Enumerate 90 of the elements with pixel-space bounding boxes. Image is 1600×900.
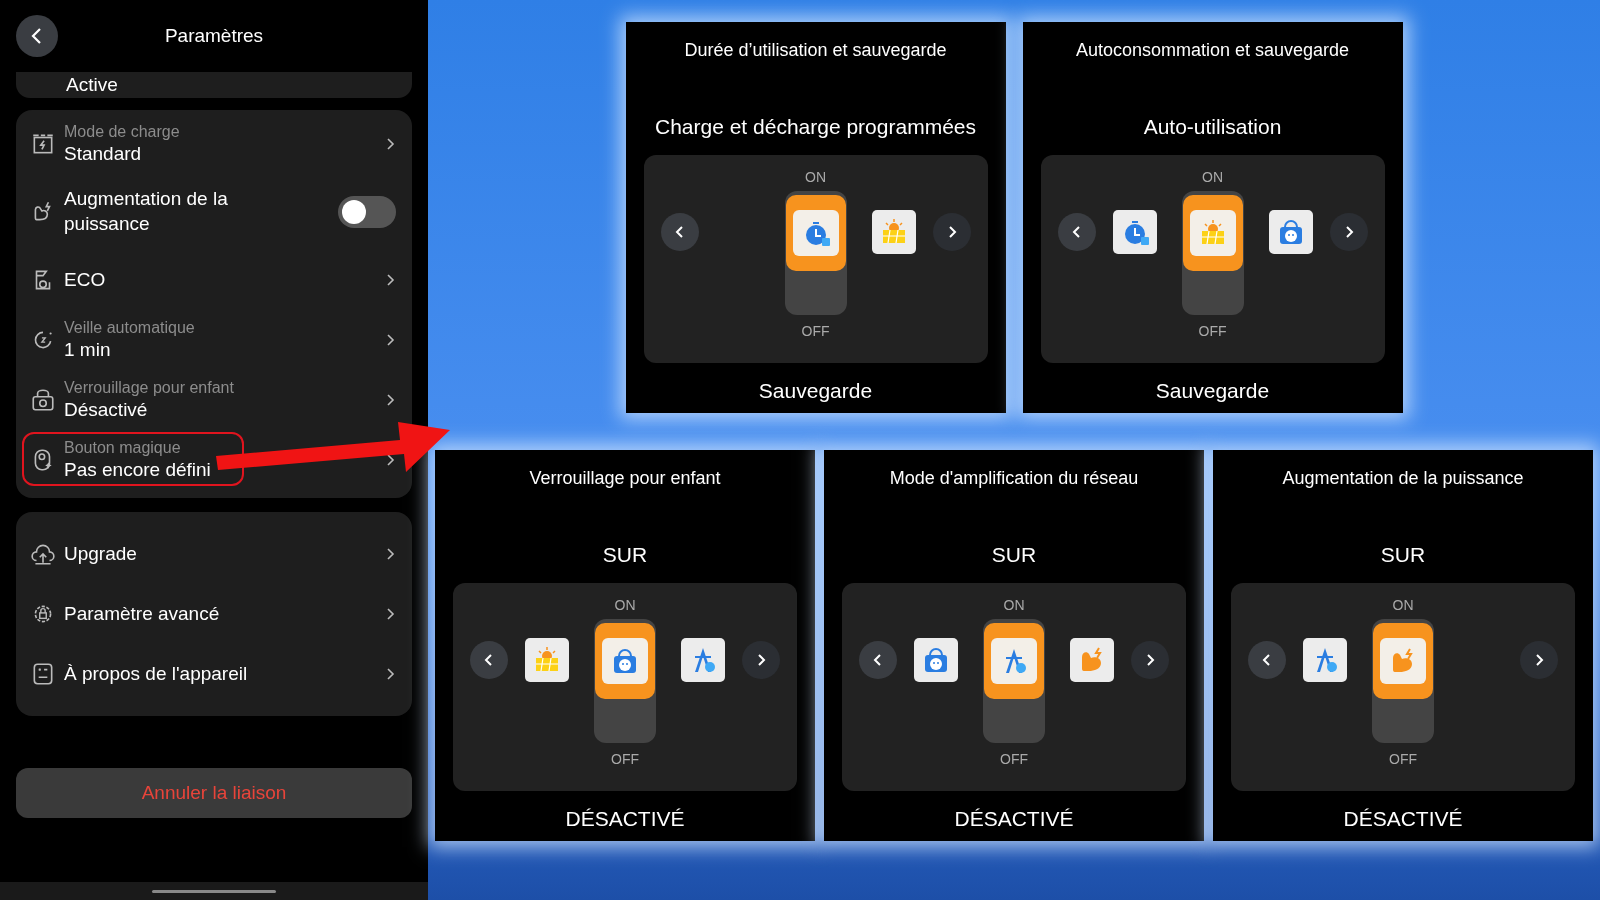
switch-track[interactable] <box>784 191 847 315</box>
card-title: Verrouillage pour enfant <box>529 468 721 489</box>
on-label: ON <box>805 169 826 185</box>
on-label: ON <box>1003 597 1025 613</box>
setting-label: Augmentation de la puissance <box>64 187 229 236</box>
selected-mode-tile[interactable] <box>785 195 846 271</box>
mode-tile[interactable] <box>914 638 958 682</box>
screen-title: Paramètres <box>164 25 264 46</box>
switch-track[interactable] <box>983 619 1045 743</box>
previous-button[interactable] <box>1057 213 1096 251</box>
chevron-icon <box>386 547 396 561</box>
card-title: Mode d'amplification du réseau <box>889 468 1139 489</box>
chevron-left-icon <box>673 224 686 240</box>
mode-tile[interactable] <box>871 210 916 254</box>
previous-button[interactable] <box>1248 641 1286 679</box>
selected-mode-tile[interactable] <box>1373 623 1433 699</box>
switch-track[interactable] <box>1372 619 1434 743</box>
chevron-right-icon <box>1144 652 1156 668</box>
mode-name: SUR <box>1380 543 1426 568</box>
home-indicator[interactable] <box>152 889 276 893</box>
next-button[interactable] <box>1329 213 1368 251</box>
chevron-left-icon <box>1070 224 1083 240</box>
setting-value: Pas encore défini <box>64 459 212 481</box>
mode-tile[interactable] <box>525 638 569 682</box>
selected-mode-tile[interactable] <box>1182 195 1243 271</box>
mode-tile[interactable] <box>1070 638 1114 682</box>
chevron-icon <box>386 273 396 287</box>
setting-label: Bouton magique <box>64 439 182 457</box>
setting-label: Verrouillage pour enfant <box>64 379 235 397</box>
setting-label: Mode de charge <box>64 123 181 141</box>
mode-tile[interactable] <box>1303 638 1347 682</box>
mode-tile[interactable] <box>1112 210 1157 254</box>
chevron-icon <box>386 333 396 347</box>
chevron-icon <box>386 667 396 681</box>
setting-label: Paramètre avancé <box>64 603 221 625</box>
mode-status: DÉSACTIVÉ <box>954 807 1074 831</box>
chevron-left-icon <box>1261 652 1273 668</box>
on-label: ON <box>614 597 636 613</box>
mode-tile[interactable] <box>681 638 725 682</box>
next-button[interactable] <box>1131 641 1169 679</box>
toggle-switch[interactable] <box>338 196 396 228</box>
mode-name: Auto-utilisation <box>1143 115 1282 140</box>
unlink-button[interactable]: Annuler la liaison <box>16 768 412 818</box>
mode-name: SUR <box>602 543 648 568</box>
off-label: OFF <box>1389 751 1417 767</box>
chevron-icon <box>386 137 396 151</box>
off-label: OFF <box>611 751 639 767</box>
back-button[interactable] <box>16 15 58 57</box>
off-label: OFF <box>1198 323 1227 339</box>
back-icon <box>30 26 44 46</box>
card-title: Durée d’utilisation et sauvegarde <box>684 40 947 61</box>
mode-status: Sauvegarde <box>1155 379 1270 403</box>
setting-value: Active <box>66 74 118 96</box>
mode-name: Charge et décharge programmées <box>655 115 976 140</box>
on-label: ON <box>1202 169 1223 185</box>
setting-value: Désactivé <box>64 399 149 421</box>
mode-status: Sauvegarde <box>758 379 873 403</box>
mode-status: DÉSACTIVÉ <box>1343 807 1463 831</box>
next-button[interactable] <box>742 641 780 679</box>
setting-value: Standard <box>64 143 143 165</box>
selected-mode-tile[interactable] <box>595 623 655 699</box>
setting-label: ECO <box>64 269 107 291</box>
chevron-icon <box>386 393 396 407</box>
setting-label: À propos de l'appareil <box>64 663 249 685</box>
mode-tile[interactable] <box>1268 210 1313 254</box>
mode-status: DÉSACTIVÉ <box>565 807 685 831</box>
chevron-left-icon <box>483 652 495 668</box>
card-title: Autoconsommation et sauvegarde <box>1075 40 1350 61</box>
previous-button[interactable] <box>470 641 508 679</box>
setting-value: 1 min <box>64 339 112 361</box>
setting-label: Upgrade <box>64 543 138 565</box>
switch-track[interactable] <box>594 619 656 743</box>
setting-label: Veille automatique <box>64 319 196 337</box>
previous-button[interactable] <box>859 641 897 679</box>
chevron-left-icon <box>872 652 884 668</box>
selected-mode-tile[interactable] <box>984 623 1044 699</box>
card-title: Augmentation de la puissance <box>1282 468 1524 489</box>
chevron-right-icon <box>1533 652 1545 668</box>
previous-button[interactable] <box>660 213 699 251</box>
next-button[interactable] <box>932 213 971 251</box>
chevron-icon <box>386 607 396 621</box>
chevron-right-icon <box>755 652 767 668</box>
mode-name: SUR <box>991 543 1037 568</box>
lock-icon <box>30 387 56 413</box>
off-label: OFF <box>1000 751 1028 767</box>
next-button[interactable] <box>1520 641 1558 679</box>
off-label: OFF <box>801 323 830 339</box>
on-label: ON <box>1392 597 1414 613</box>
switch-track[interactable] <box>1181 191 1244 315</box>
chevron-icon <box>386 453 396 467</box>
